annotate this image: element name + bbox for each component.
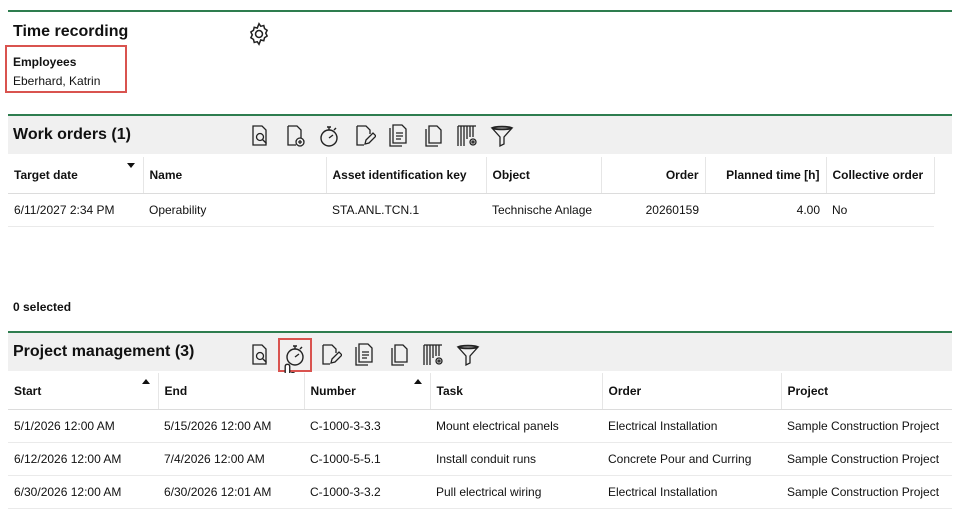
selected-count: 0 selected bbox=[13, 300, 72, 314]
cell: C-1000-5-5.1 bbox=[304, 442, 430, 476]
column-header-collective-order[interactable]: Collective order bbox=[826, 157, 935, 194]
column-header-name[interactable]: Name bbox=[143, 157, 327, 194]
column-header-object[interactable]: Object bbox=[486, 157, 602, 194]
stopwatch-icon[interactable] bbox=[316, 123, 342, 149]
column-header-asset-key[interactable]: Asset identification key bbox=[326, 157, 487, 194]
work-orders-toolbar bbox=[247, 123, 523, 149]
cell: C-1000-3-3.2 bbox=[304, 475, 430, 509]
column-header-number[interactable]: Number bbox=[304, 373, 431, 410]
document-search-icon[interactable] bbox=[247, 123, 273, 149]
filter-icon[interactable] bbox=[489, 123, 515, 149]
cell: C-1000-3-3.3 bbox=[304, 409, 430, 443]
column-header-order[interactable]: Order bbox=[602, 373, 782, 410]
cell: 5/1/2026 12:00 AM bbox=[8, 409, 158, 443]
document-search-icon[interactable] bbox=[247, 342, 273, 368]
table-row[interactable]: 6/30/2026 12:00 AM 6/30/2026 12:01 AM C-… bbox=[8, 475, 952, 509]
cell: 6/30/2026 12:00 AM bbox=[8, 475, 158, 509]
cell: 4.00 bbox=[705, 193, 826, 227]
cell: Sample Construction Project bbox=[781, 475, 952, 509]
employee-selector[interactable]: Employees Eberhard, Katrin bbox=[5, 45, 127, 93]
cell: Sample Construction Project bbox=[781, 409, 952, 443]
cell: Pull electrical wiring bbox=[430, 475, 602, 509]
cell: Install conduit runs bbox=[430, 442, 602, 476]
cell: Operability bbox=[143, 193, 326, 227]
column-header-start[interactable]: Start bbox=[8, 373, 159, 410]
column-header-order[interactable]: Order bbox=[601, 157, 706, 194]
document-edit-icon[interactable] bbox=[351, 123, 377, 149]
cell: No bbox=[826, 193, 934, 227]
document-add-icon[interactable] bbox=[282, 123, 308, 149]
document-list-icon[interactable] bbox=[385, 123, 411, 149]
project-management-table: Start End Number Task Order Project 5/1/… bbox=[8, 373, 952, 509]
cell: Technische Anlage bbox=[486, 193, 601, 227]
time-recording-title: Time recording bbox=[13, 23, 129, 40]
columns-settings-icon[interactable] bbox=[420, 342, 446, 368]
cell: 6/12/2026 12:00 AM bbox=[8, 442, 158, 476]
column-header-end[interactable]: End bbox=[158, 373, 305, 410]
section-divider bbox=[8, 10, 952, 12]
cell: Electrical Installation bbox=[602, 475, 781, 509]
cell: 6/30/2026 12:01 AM bbox=[158, 475, 304, 509]
cell: Sample Construction Project bbox=[781, 442, 952, 476]
document-edit-icon[interactable] bbox=[317, 342, 343, 368]
employee-value: Eberhard, Katrin bbox=[13, 74, 101, 88]
column-header-target-date[interactable]: Target date bbox=[8, 157, 144, 194]
filter-icon[interactable] bbox=[455, 342, 481, 368]
cell: STA.ANL.TCN.1 bbox=[326, 193, 486, 227]
columns-settings-icon[interactable] bbox=[454, 123, 480, 149]
cell: 20260159 bbox=[601, 193, 705, 227]
table-row[interactable]: 6/12/2026 12:00 AM 7/4/2026 12:00 AM C-1… bbox=[8, 442, 952, 476]
table-row[interactable]: 5/1/2026 12:00 AM 5/15/2026 12:00 AM C-1… bbox=[8, 409, 952, 443]
table-row[interactable]: 6/11/2027 2:34 PM Operability STA.ANL.TC… bbox=[8, 193, 934, 227]
copy-icon[interactable] bbox=[420, 123, 446, 149]
cell: Electrical Installation bbox=[602, 409, 781, 443]
gear-icon[interactable] bbox=[246, 21, 272, 47]
column-header-planned-time[interactable]: Planned time [h] bbox=[705, 157, 827, 194]
copy-icon[interactable] bbox=[386, 342, 412, 368]
cell: 7/4/2026 12:00 AM bbox=[158, 442, 304, 476]
table-header-row: Start End Number Task Order Project bbox=[8, 373, 952, 410]
work-orders-title: Work orders (1) bbox=[13, 126, 131, 143]
employees-label: Employees bbox=[13, 55, 77, 69]
cell: 5/15/2026 12:00 AM bbox=[158, 409, 304, 443]
column-header-task[interactable]: Task bbox=[430, 373, 603, 410]
document-list-icon[interactable] bbox=[351, 342, 377, 368]
column-header-project[interactable]: Project bbox=[781, 373, 952, 410]
cell: 6/11/2027 2:34 PM bbox=[8, 193, 143, 227]
project-management-title: Project management (3) bbox=[13, 343, 195, 360]
cell: Mount electrical panels bbox=[430, 409, 602, 443]
table-header-row: Target date Name Asset identification ke… bbox=[8, 157, 935, 194]
work-orders-table: Target date Name Asset identification ke… bbox=[8, 157, 935, 227]
cell: Concrete Pour and Curring bbox=[602, 442, 781, 476]
